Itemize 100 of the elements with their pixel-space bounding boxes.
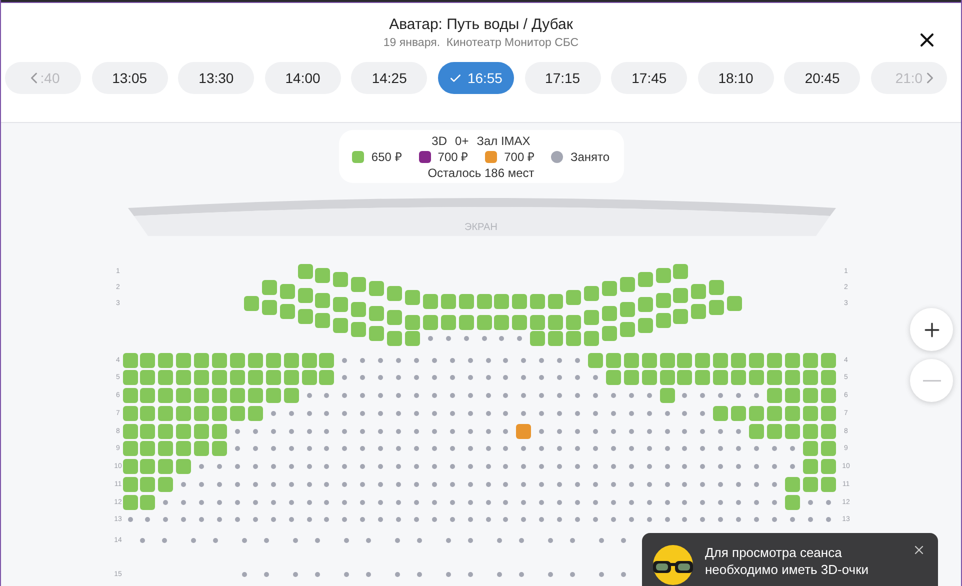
seat[interactable] (516, 424, 532, 438)
seat[interactable] (784, 494, 800, 510)
seat[interactable] (713, 352, 728, 368)
seat[interactable] (248, 388, 263, 403)
seat[interactable] (749, 352, 764, 368)
seat[interactable] (709, 300, 724, 315)
seat[interactable] (766, 370, 782, 386)
seat[interactable] (122, 494, 138, 510)
seat[interactable] (530, 314, 546, 330)
seat[interactable] (333, 318, 348, 332)
seat[interactable] (802, 476, 818, 492)
seat[interactable] (244, 296, 259, 310)
seat[interactable] (284, 388, 299, 403)
seat[interactable] (820, 352, 836, 368)
seat[interactable] (642, 370, 657, 386)
seat[interactable] (140, 406, 156, 421)
seat[interactable] (802, 352, 818, 368)
seat[interactable] (766, 424, 782, 438)
seat[interactable] (351, 302, 366, 316)
seat[interactable] (176, 388, 192, 403)
seat[interactable] (802, 424, 818, 438)
seat[interactable] (387, 330, 402, 346)
seat[interactable] (140, 370, 156, 386)
seat[interactable] (262, 280, 277, 294)
seat[interactable] (194, 370, 210, 386)
seat[interactable] (440, 314, 456, 330)
seat[interactable] (512, 314, 528, 330)
seat[interactable] (727, 296, 742, 310)
seat[interactable] (731, 406, 746, 421)
seat[interactable] (638, 297, 653, 312)
seat[interactable] (638, 272, 653, 288)
seat[interactable] (194, 424, 210, 438)
seat[interactable] (673, 264, 688, 278)
seat[interactable] (302, 370, 316, 386)
seat[interactable] (280, 284, 295, 299)
showtime-tab[interactable]: 16:55 (438, 62, 514, 94)
seat[interactable] (194, 352, 210, 368)
seat[interactable] (660, 352, 674, 368)
seat[interactable] (802, 459, 818, 474)
showtime-tab[interactable]: 20:45 (784, 62, 860, 94)
seat[interactable] (660, 388, 674, 403)
seat[interactable] (620, 276, 635, 292)
seat[interactable] (802, 370, 818, 386)
seat[interactable] (530, 330, 546, 346)
seat[interactable] (194, 406, 210, 421)
seat[interactable] (140, 441, 156, 456)
seat[interactable] (602, 326, 617, 342)
seat[interactable] (140, 424, 156, 438)
seat[interactable] (422, 294, 438, 310)
seat[interactable] (695, 370, 710, 386)
zoom-in-button[interactable] (910, 308, 953, 351)
seat[interactable] (566, 290, 582, 305)
seat[interactable] (230, 352, 245, 368)
seat[interactable] (494, 294, 510, 310)
seat[interactable] (802, 388, 818, 403)
seat[interactable] (315, 313, 330, 328)
seat[interactable] (248, 370, 263, 386)
seat[interactable] (122, 441, 138, 456)
seat[interactable] (333, 297, 348, 312)
seat[interactable] (691, 284, 706, 299)
toast-close-button[interactable] (912, 543, 926, 557)
seat[interactable] (820, 370, 836, 386)
seat[interactable] (656, 313, 671, 328)
seat[interactable] (512, 294, 528, 310)
seat[interactable] (176, 459, 192, 474)
seat[interactable] (298, 264, 313, 278)
seat[interactable] (802, 406, 818, 421)
seat[interactable] (677, 370, 692, 386)
seat[interactable] (660, 370, 674, 386)
seat[interactable] (302, 352, 316, 368)
seat[interactable] (713, 406, 728, 421)
seat[interactable] (458, 294, 474, 310)
seat[interactable] (212, 424, 227, 438)
seat[interactable] (620, 322, 635, 337)
seat[interactable] (784, 370, 800, 386)
seat[interactable] (673, 288, 688, 304)
seat[interactable] (158, 352, 174, 368)
seat[interactable] (766, 388, 782, 403)
showtime-tab[interactable]: 17:45 (611, 62, 688, 94)
seat[interactable] (122, 388, 138, 403)
seat[interactable] (624, 352, 639, 368)
seat[interactable] (820, 406, 836, 421)
showtime-tab[interactable]: 18:10 (698, 62, 774, 94)
seat[interactable] (280, 304, 295, 320)
seat[interactable] (387, 286, 402, 300)
seat[interactable] (176, 406, 192, 421)
seat[interactable] (584, 310, 599, 326)
seat[interactable] (212, 441, 227, 456)
seat[interactable] (602, 281, 617, 296)
seat[interactable] (176, 370, 192, 386)
seat[interactable] (140, 459, 156, 474)
seat[interactable] (369, 326, 384, 342)
seat[interactable] (673, 308, 688, 324)
seat[interactable] (606, 370, 621, 386)
seat[interactable] (731, 370, 746, 386)
seat[interactable] (602, 306, 617, 321)
seat[interactable] (212, 388, 227, 403)
seat[interactable] (820, 459, 836, 474)
seat[interactable] (548, 330, 564, 346)
seat[interactable] (677, 352, 692, 368)
